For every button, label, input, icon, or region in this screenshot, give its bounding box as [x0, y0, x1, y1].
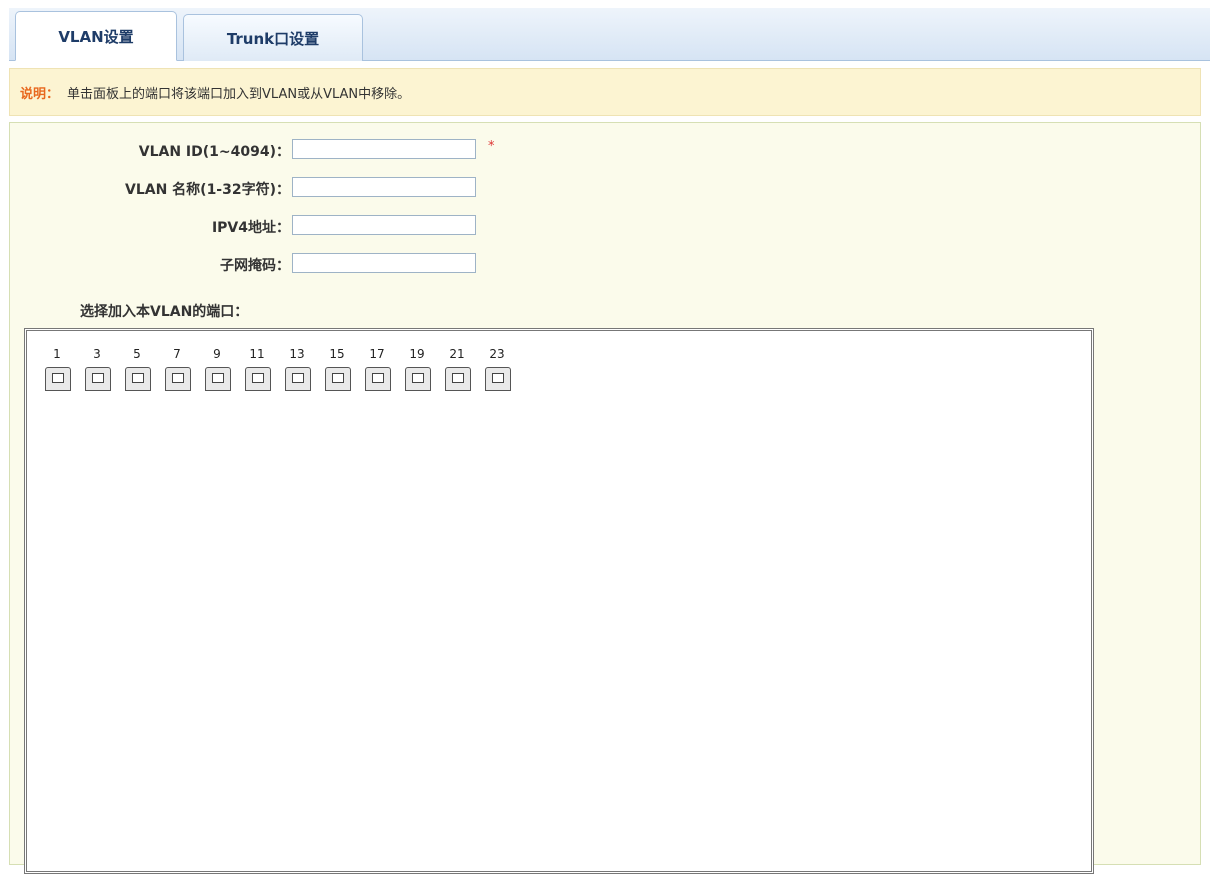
port-select-title: 选择加入本VLAN的端口：	[80, 304, 249, 320]
port-15-icon[interactable]	[325, 367, 351, 391]
vlan-name-input[interactable]	[292, 177, 476, 197]
port-number: 5	[133, 347, 141, 361]
vlan-form-panel: VLAN ID(1~4094)： * VLAN 名称(1-32字符)： IPV4…	[9, 122, 1201, 874]
port-number: 23	[489, 347, 505, 361]
port-3-icon[interactable]	[85, 367, 111, 391]
port-number: 1	[53, 347, 61, 361]
port-1-icon[interactable]	[45, 367, 71, 391]
instruction-note: 说明： 单击面板上的端口将该端口加入到VLAN或从VLAN中移除。	[9, 68, 1201, 116]
required-mark: *	[488, 139, 495, 154]
port-21-icon[interactable]	[445, 367, 471, 391]
vlan-name-row: VLAN 名称(1-32字符)：	[10, 175, 490, 203]
note-label: 说明：	[20, 86, 60, 102]
port-number: 15	[329, 347, 345, 361]
port-23-icon[interactable]	[485, 367, 511, 391]
port-13-icon[interactable]	[285, 367, 311, 391]
port-number: 9	[213, 347, 221, 361]
vlan-id-label: VLAN ID(1~4094)：	[138, 144, 290, 160]
ipv4-label: IPV4地址：	[211, 220, 290, 236]
port-number: 13	[289, 347, 305, 361]
port-5-icon[interactable]	[125, 367, 151, 391]
port-19-icon[interactable]	[405, 367, 431, 391]
port-7-icon[interactable]	[165, 367, 191, 391]
port-number: 17	[369, 347, 385, 361]
port-number: 3	[93, 347, 101, 361]
tab-bar: VLAN设置 Trunk口设置	[9, 8, 1210, 61]
subnet-mask-label: 子网掩码：	[220, 258, 290, 274]
port-number: 21	[449, 347, 465, 361]
vlan-name-label: VLAN 名称(1-32字符)：	[124, 182, 290, 198]
ipv4-input[interactable]	[292, 215, 476, 235]
port-number: 7	[173, 347, 181, 361]
tab-vlan-settings[interactable]: VLAN设置	[15, 11, 177, 61]
port-17-icon[interactable]	[365, 367, 391, 391]
port-number: 11	[249, 347, 265, 361]
vlan-id-row: VLAN ID(1~4094)： *	[10, 137, 495, 165]
port-9-icon[interactable]	[205, 367, 231, 391]
port-panel: 1 3 5 7 9 11 13 15 17 19 21 23	[24, 328, 1094, 874]
port-11-icon[interactable]	[245, 367, 271, 391]
vlan-id-input[interactable]	[292, 139, 476, 159]
subnet-mask-input[interactable]	[292, 253, 476, 273]
ipv4-row: IPV4地址：	[10, 213, 490, 241]
note-text: 单击面板上的端口将该端口加入到VLAN或从VLAN中移除。	[67, 86, 411, 102]
port-number: 19	[409, 347, 425, 361]
tab-trunk-settings[interactable]: Trunk口设置	[183, 14, 363, 61]
subnet-row: 子网掩码：	[10, 251, 490, 279]
